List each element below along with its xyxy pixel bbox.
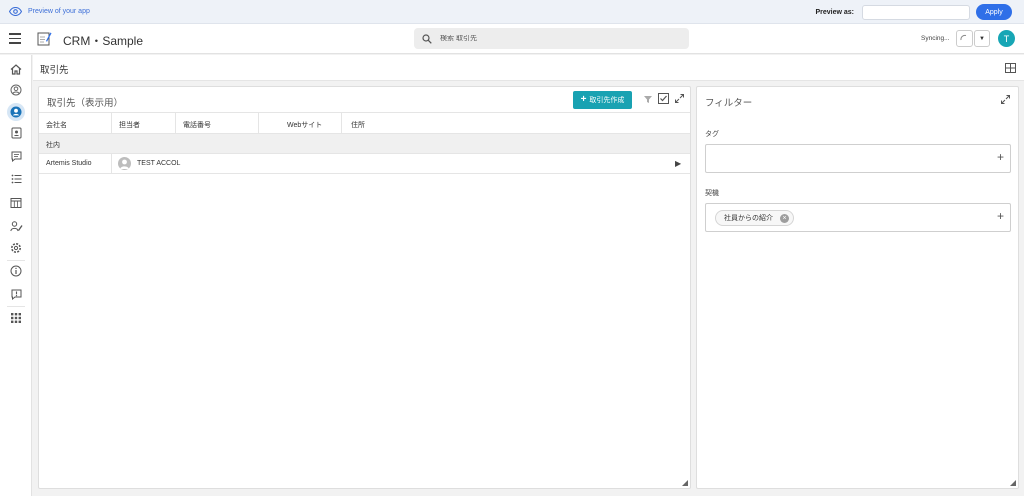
checklist-icon (11, 174, 21, 184)
filter-panel: フィルター タグ + 契機 社員からの紹介 × + (696, 86, 1019, 489)
accounts-panel: 取引先（表示用） + 取引先作成 会社名 担当者 電話番号 Webサイト 住所 … (38, 86, 691, 489)
nav-user-edit[interactable] (8, 218, 24, 234)
preview-bar: Preview of your app Preview as: Apply (0, 0, 1024, 24)
nav-account[interactable] (8, 82, 24, 98)
add-icon[interactable]: + (997, 210, 1004, 222)
panel-title: 取引先（表示用） (47, 98, 124, 109)
filter-chip[interactable]: 社員からの紹介 × (715, 210, 794, 226)
resize-handle-icon[interactable] (682, 480, 688, 486)
column-header[interactable]: 電話番号 (183, 120, 211, 130)
apply-button[interactable]: Apply (976, 4, 1012, 20)
sync-dropdown[interactable]: ▼ (974, 30, 990, 47)
caret-down-icon: ▼ (979, 35, 985, 42)
layout-grid-icon[interactable] (1005, 63, 1016, 73)
group-label: 社内 (46, 142, 60, 149)
create-account-button[interactable]: + 取引先作成 (573, 91, 632, 109)
nav-settings[interactable] (8, 240, 24, 256)
nav-contacts[interactable] (7, 103, 25, 121)
feedback-icon (11, 289, 21, 300)
chat-icon (11, 151, 21, 162)
create-account-label: 取引先作成 (589, 97, 625, 104)
group-row[interactable]: 社内 (39, 134, 690, 154)
column-header[interactable]: 住所 (351, 120, 365, 130)
add-icon[interactable]: + (997, 151, 1004, 163)
nav-home[interactable] (8, 61, 24, 77)
preview-label: Preview of your app (28, 8, 90, 15)
preview-controls: Preview as: Apply (815, 4, 1012, 20)
nav-checklist[interactable] (8, 171, 24, 187)
spinner-icon (960, 34, 967, 41)
table-header: 会社名 担当者 電話番号 Webサイト 住所 (39, 112, 690, 134)
nav-chat[interactable] (8, 148, 24, 164)
account-circle-icon (10, 84, 22, 96)
table-row[interactable]: Artemis Studio TEST ACCOL ▶ (39, 154, 690, 174)
nav-apps[interactable] (8, 310, 24, 326)
nav-info[interactable] (8, 263, 24, 279)
tag-label: タグ (705, 131, 719, 138)
preview-link[interactable]: Preview of your app (9, 7, 90, 16)
owner-avatar (118, 157, 131, 170)
column-header[interactable]: 会社名 (46, 120, 67, 130)
menu-icon[interactable] (9, 33, 21, 44)
preview-as-label: Preview as: (815, 8, 854, 16)
search-box[interactable] (414, 28, 689, 49)
column-header[interactable]: Webサイト (287, 120, 322, 130)
opportunity-filter-field[interactable]: 社員からの紹介 × + (705, 203, 1011, 232)
expand-icon[interactable] (675, 94, 684, 103)
tag-filter-field[interactable]: + (705, 144, 1011, 173)
column-header[interactable]: 担当者 (119, 120, 140, 130)
page-title: 取引先 (40, 65, 69, 76)
filter-title: フィルター (705, 98, 753, 109)
nav-divider (7, 306, 25, 307)
home-icon (10, 63, 22, 75)
filter-chip-label: 社員からの紹介 (724, 215, 773, 222)
notepad-icon (37, 32, 52, 46)
owner-cell: TEST ACCOL (137, 160, 181, 167)
filter-icon[interactable] (644, 96, 652, 103)
contact-book-icon (11, 127, 21, 139)
search-input[interactable] (440, 35, 660, 42)
page-titlebar: 取引先 (33, 55, 1024, 81)
checkbox-icon[interactable] (658, 93, 669, 104)
settings-icon (11, 243, 21, 253)
left-nav (0, 55, 32, 496)
app-header: CRM・Sample Syncing... ▼ T (0, 24, 1024, 54)
resize-handle-icon[interactable] (1010, 480, 1016, 486)
apps-grid-icon (11, 313, 21, 323)
user-avatar[interactable]: T (998, 30, 1015, 47)
contact-active-icon (10, 106, 22, 118)
user-edit-icon (9, 220, 23, 231)
search-icon (422, 33, 432, 44)
info-icon (10, 265, 22, 277)
app-title: CRM・Sample (63, 34, 144, 48)
expand-icon[interactable] (1001, 95, 1010, 104)
nav-calendar[interactable] (8, 194, 24, 210)
preview-as-input[interactable] (862, 4, 970, 20)
chevron-right-icon[interactable]: ▶ (675, 159, 681, 168)
nav-feedback[interactable] (8, 286, 24, 302)
eye-icon (9, 7, 22, 16)
person-icon (120, 159, 129, 169)
nav-contact-book[interactable] (8, 125, 24, 141)
plus-icon: + (580, 94, 587, 105)
calendar-icon (10, 197, 22, 208)
remove-chip-icon[interactable]: × (780, 214, 789, 223)
sync-button[interactable] (956, 30, 973, 47)
company-cell: Artemis Studio (46, 160, 92, 167)
opportunity-label: 契機 (705, 190, 719, 197)
nav-divider (7, 260, 25, 261)
sync-status: Syncing... (921, 35, 950, 42)
